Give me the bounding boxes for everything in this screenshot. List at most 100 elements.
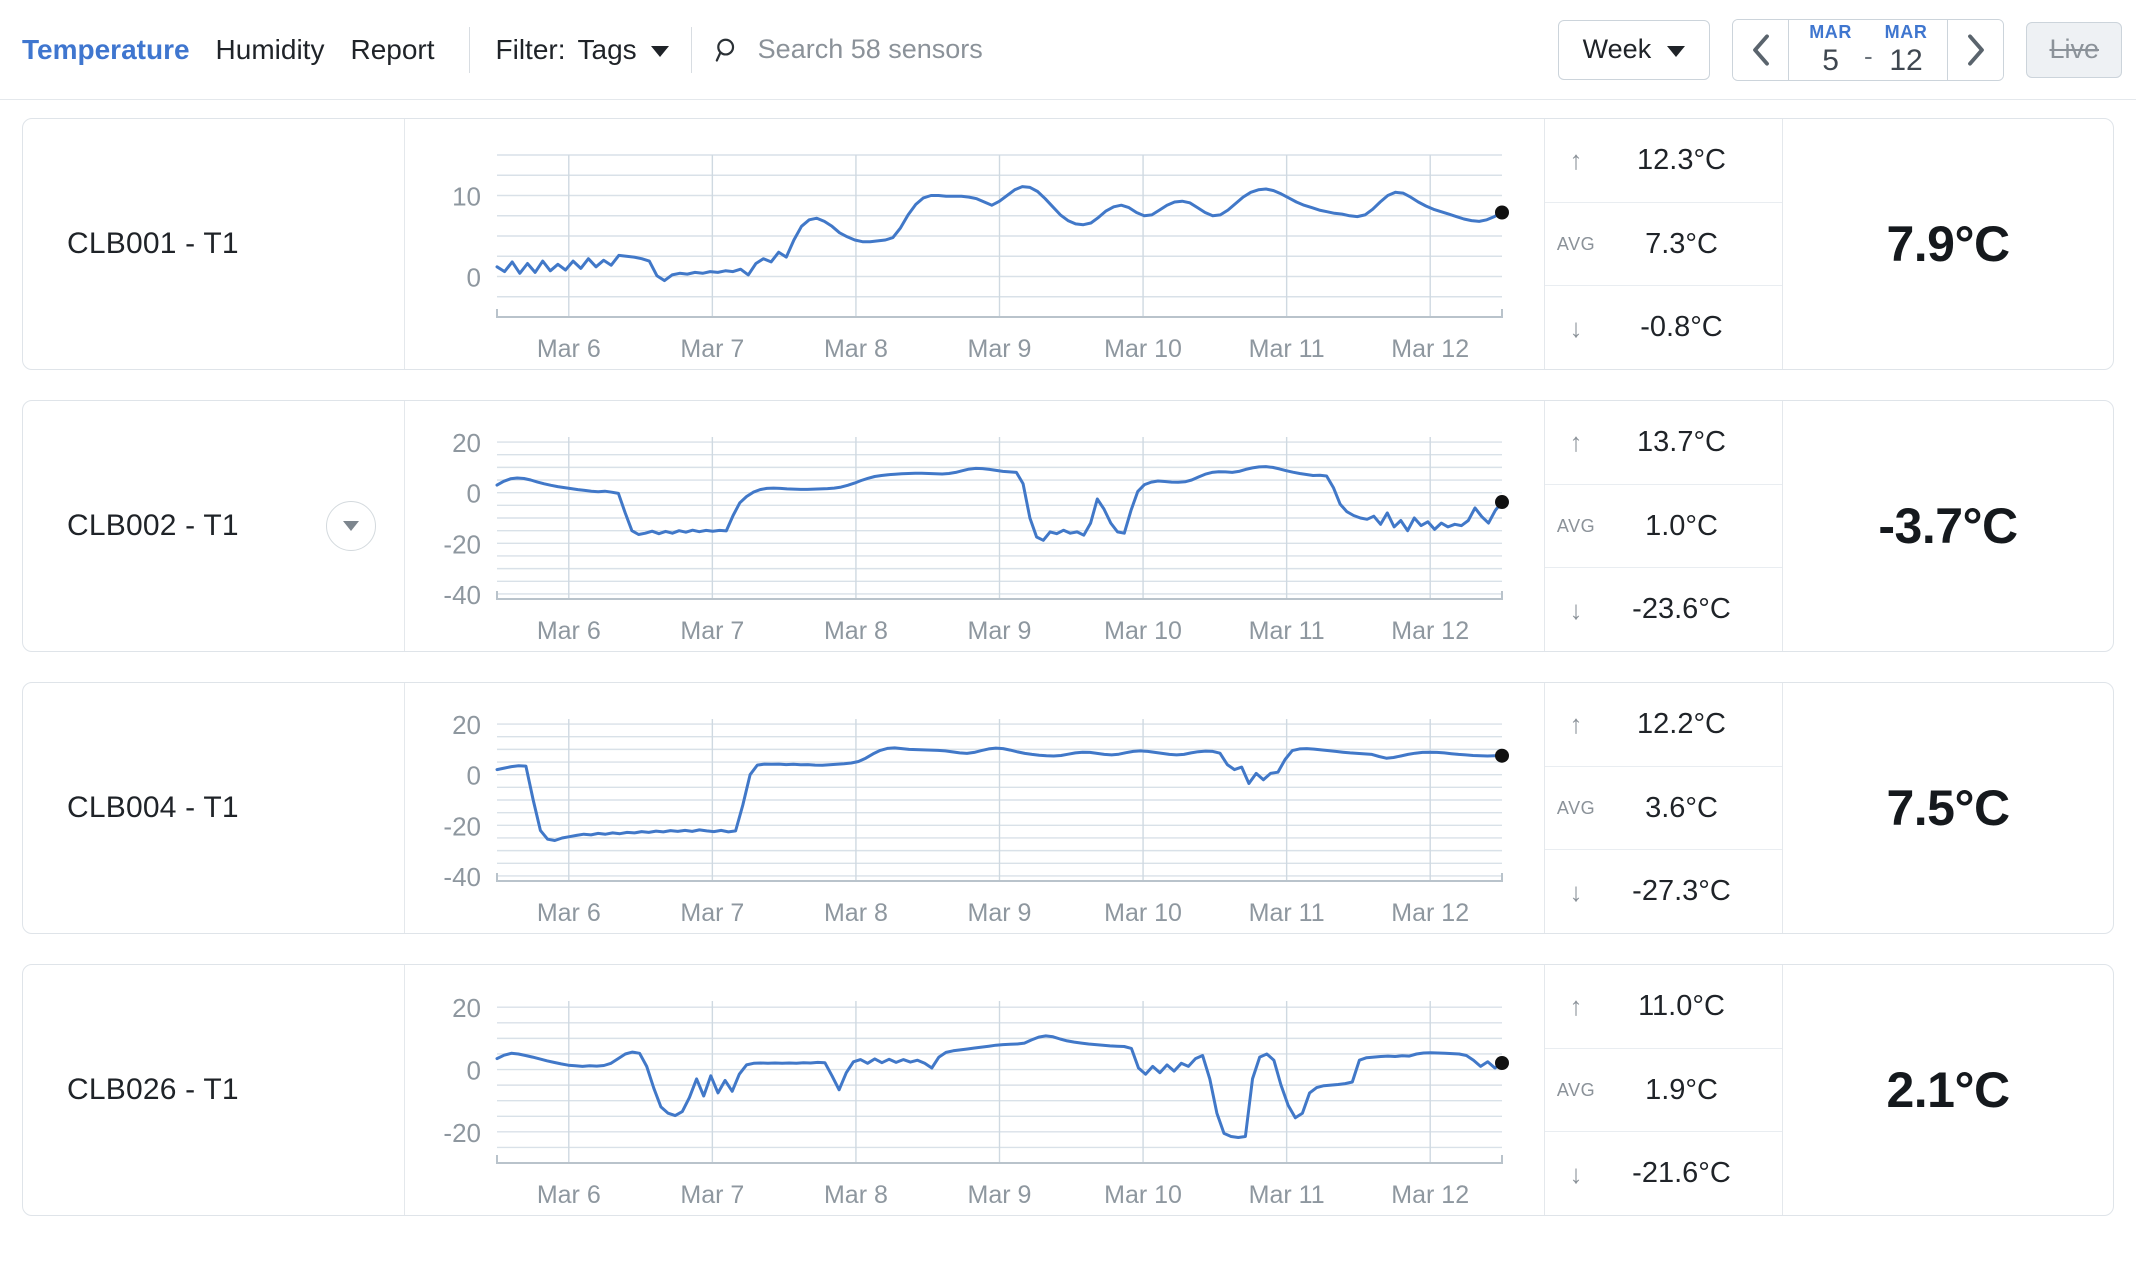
sensor-current-cell: 7.5°C <box>1783 683 2113 933</box>
date-start-day: 5 <box>1809 46 1852 76</box>
stat-avg: AVG 1.9°C <box>1545 1049 1782 1133</box>
tab-temperature[interactable]: Temperature <box>18 34 216 66</box>
range-week-label: Week <box>1583 34 1652 65</box>
expand-sensor-button[interactable] <box>326 501 376 551</box>
svg-text:Mar 11: Mar 11 <box>1249 335 1325 363</box>
date-start-month: MAR <box>1809 23 1852 41</box>
sensor-label-cell: CLB001 - T1 <box>23 119 405 369</box>
next-period-button[interactable] <box>1947 20 2003 80</box>
svg-text:0: 0 <box>467 761 481 791</box>
range-week-button[interactable]: Week <box>1558 20 1711 80</box>
sensor-current-cell: 7.9°C <box>1783 119 2113 369</box>
svg-text:Mar 9: Mar 9 <box>968 335 1032 363</box>
stat-min-value: -21.6°C <box>1603 1157 1772 1190</box>
svg-text:Mar 8: Mar 8 <box>824 899 888 927</box>
current-value: 7.9°C <box>1886 215 2009 273</box>
svg-text:Mar 11: Mar 11 <box>1249 617 1325 645</box>
stat-avg: AVG 3.6°C <box>1545 767 1782 851</box>
sensor-name: CLB026 - T1 <box>67 1073 239 1107</box>
svg-text:Mar 12: Mar 12 <box>1391 335 1469 363</box>
date-range-picker: MAR 5 - MAR 12 <box>1732 19 2004 81</box>
stat-min: ↓ -23.6°C <box>1545 568 1782 651</box>
stat-max: ↑ 12.3°C <box>1545 119 1782 203</box>
svg-text:Mar 7: Mar 7 <box>680 1181 744 1209</box>
sensor-list: CLB001 - T1 100Mar 6Mar 7Mar 8Mar 9Mar 1… <box>0 100 2136 1276</box>
filter-value: Tags <box>578 34 637 66</box>
stat-avg-value: 7.3°C <box>1603 228 1772 261</box>
svg-text:-40: -40 <box>443 580 481 610</box>
search-group[interactable]: Search 58 sensors <box>714 34 983 65</box>
stat-min: ↓ -21.6°C <box>1545 1132 1782 1215</box>
svg-text:Mar 9: Mar 9 <box>968 617 1032 645</box>
tab-humidity[interactable]: Humidity <box>216 34 351 66</box>
svg-text:20: 20 <box>452 993 481 1023</box>
arrow-down-icon: ↓ <box>1559 879 1593 905</box>
svg-text:Mar 11: Mar 11 <box>1249 899 1325 927</box>
arrow-up-icon: ↑ <box>1559 993 1593 1019</box>
arrow-down-icon: ↓ <box>1559 315 1593 341</box>
sensor-chart[interactable]: 100Mar 6Mar 7Mar 8Mar 9Mar 10Mar 11Mar 1… <box>405 119 1545 369</box>
sensor-chart[interactable]: 200-20-40Mar 6Mar 7Mar 8Mar 9Mar 10Mar 1… <box>405 683 1545 933</box>
stat-max-value: 12.3°C <box>1603 144 1772 177</box>
svg-text:Mar 7: Mar 7 <box>680 617 744 645</box>
svg-text:-20: -20 <box>443 811 481 841</box>
tab-report[interactable]: Report <box>350 34 460 66</box>
stat-avg-value: 1.0°C <box>1603 510 1772 543</box>
divider <box>469 27 470 73</box>
prev-period-button[interactable] <box>1733 20 1789 80</box>
svg-text:-20: -20 <box>443 1118 481 1148</box>
date-end-month: MAR <box>1885 23 1928 41</box>
svg-text:Mar 9: Mar 9 <box>968 1181 1032 1209</box>
svg-text:-40: -40 <box>443 862 481 892</box>
sensor-row[interactable]: CLB002 - T1 200-20-40Mar 6Mar 7Mar 8Mar … <box>22 400 2114 652</box>
stat-max: ↑ 11.0°C <box>1545 965 1782 1049</box>
sensor-row[interactable]: CLB004 - T1 200-20-40Mar 6Mar 7Mar 8Mar … <box>22 682 2114 934</box>
stat-avg: AVG 1.0°C <box>1545 485 1782 569</box>
stat-min-value: -23.6°C <box>1603 593 1772 626</box>
sensor-name: CLB001 - T1 <box>67 227 239 261</box>
date-range-display[interactable]: MAR 5 - MAR 12 <box>1789 20 1947 80</box>
svg-text:Mar 10: Mar 10 <box>1104 899 1182 927</box>
svg-text:Mar 10: Mar 10 <box>1104 335 1182 363</box>
search-input[interactable]: Search 58 sensors <box>758 34 983 65</box>
svg-text:Mar 8: Mar 8 <box>824 617 888 645</box>
current-value: 2.1°C <box>1886 1061 2009 1119</box>
arrow-down-icon: ↓ <box>1559 597 1593 623</box>
chevron-left-icon <box>1750 33 1772 67</box>
stat-max-value: 12.2°C <box>1603 708 1772 741</box>
svg-text:Mar 6: Mar 6 <box>537 335 601 363</box>
live-toggle-button[interactable]: Live <box>2026 22 2122 78</box>
stat-min: ↓ -27.3°C <box>1545 850 1782 933</box>
sensor-row[interactable]: CLB001 - T1 100Mar 6Mar 7Mar 8Mar 9Mar 1… <box>22 118 2114 370</box>
filter-tags-dropdown[interactable]: Filter: Tags <box>496 34 669 66</box>
svg-text:Mar 12: Mar 12 <box>1391 1181 1469 1209</box>
date-range-separator: - <box>1864 27 1873 72</box>
chevron-down-icon <box>651 46 669 57</box>
sensor-current-cell: -3.7°C <box>1783 401 2113 651</box>
sensor-chart[interactable]: 200-20-40Mar 6Mar 7Mar 8Mar 9Mar 10Mar 1… <box>405 401 1545 651</box>
svg-text:0: 0 <box>467 479 481 509</box>
date-end-day: 12 <box>1885 46 1928 76</box>
stat-max: ↑ 12.2°C <box>1545 683 1782 767</box>
sensor-name: CLB004 - T1 <box>67 791 239 825</box>
date-range-start: MAR 5 <box>1809 23 1852 76</box>
sensor-chart[interactable]: 200-20Mar 6Mar 7Mar 8Mar 9Mar 10Mar 11Ma… <box>405 965 1545 1215</box>
svg-text:Mar 6: Mar 6 <box>537 617 601 645</box>
svg-text:Mar 8: Mar 8 <box>824 335 888 363</box>
sensor-label-cell: CLB002 - T1 <box>23 401 405 651</box>
stat-max-value: 11.0°C <box>1603 990 1772 1023</box>
arrow-up-icon: ↑ <box>1559 429 1593 455</box>
svg-text:20: 20 <box>452 428 481 458</box>
sensor-row[interactable]: CLB026 - T1 200-20Mar 6Mar 7Mar 8Mar 9Ma… <box>22 964 2114 1216</box>
avg-label: AVG <box>1559 235 1593 253</box>
stat-avg: AVG 7.3°C <box>1545 203 1782 287</box>
chevron-down-icon <box>1667 46 1685 57</box>
stat-max-value: 13.7°C <box>1603 426 1772 459</box>
date-range-end: MAR 12 <box>1885 23 1928 76</box>
sensor-label-cell: CLB004 - T1 <box>23 683 405 933</box>
arrow-up-icon: ↑ <box>1559 147 1593 173</box>
avg-label: AVG <box>1559 799 1593 817</box>
stat-max: ↑ 13.7°C <box>1545 401 1782 485</box>
svg-text:Mar 8: Mar 8 <box>824 1181 888 1209</box>
svg-text:Mar 11: Mar 11 <box>1249 1181 1325 1209</box>
